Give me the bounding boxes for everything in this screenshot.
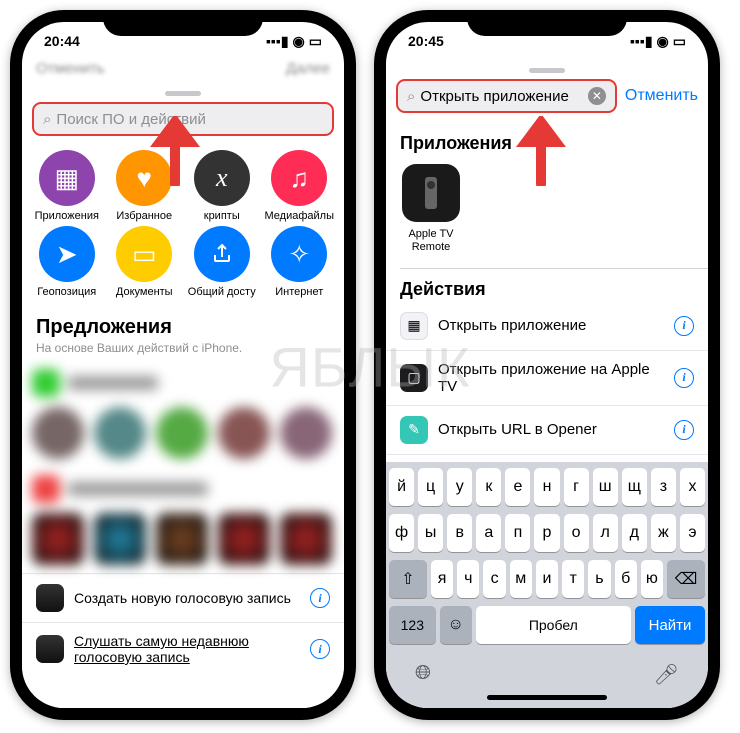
category-media[interactable]: ♫Медиафайлы xyxy=(261,150,339,222)
key-а[interactable]: а xyxy=(476,514,501,552)
info-icon[interactable]: i xyxy=(310,639,330,659)
status-icons: ▪▪▪▮ ◉ ▭ xyxy=(630,33,686,50)
key-с[interactable]: с xyxy=(483,560,505,598)
globe-icon[interactable]: 🌐︎ xyxy=(415,662,431,687)
sheet-header: ОтменитьДалее xyxy=(22,60,344,83)
info-icon[interactable]: i xyxy=(674,316,694,336)
info-icon[interactable]: i xyxy=(674,420,694,440)
action-open-url-opener[interactable]: ✎ Открыть URL в Opener i xyxy=(386,406,708,455)
drag-handle[interactable] xyxy=(529,68,565,73)
apple-tv-remote-icon xyxy=(402,164,460,222)
backspace-key[interactable]: ⌫ xyxy=(667,560,705,598)
category-sharing[interactable]: Общий досту xyxy=(183,226,261,298)
key-в[interactable]: в xyxy=(447,514,472,552)
search-icon: ⌕ xyxy=(43,111,51,128)
annotation-arrow xyxy=(506,116,576,186)
annotation-arrow xyxy=(140,116,210,186)
key-п[interactable]: п xyxy=(505,514,530,552)
key-к[interactable]: к xyxy=(476,468,501,506)
signal-icon: ▪▪▪▮ xyxy=(630,33,653,50)
key-е[interactable]: е xyxy=(505,468,530,506)
category-apps[interactable]: ▦Приложения xyxy=(28,150,106,222)
mic-icon[interactable]: 🎤︎ xyxy=(654,662,679,687)
voice-memo-icon xyxy=(36,584,64,612)
suggestion-item[interactable]: Создать новую голосовую запись i xyxy=(22,573,344,622)
key-ц[interactable]: ц xyxy=(418,468,443,506)
info-icon[interactable]: i xyxy=(674,368,694,388)
key-и[interactable]: и xyxy=(536,560,558,598)
key-т[interactable]: т xyxy=(562,560,584,598)
keyboard[interactable]: йцукенгшщзх фывапролджэ ⇧ ячсмитьбю ⌫ 12… xyxy=(386,462,708,708)
key-л[interactable]: л xyxy=(593,514,618,552)
category-location[interactable]: ➤Геопозиция xyxy=(28,226,106,298)
key-н[interactable]: н xyxy=(534,468,559,506)
suggestion-item[interactable]: Слушать самую недавнюю голосовую запись … xyxy=(22,622,344,675)
phone-left: 20:44 ▪▪▪▮ ◉ ▭ ОтменитьДалее ⌕ Поиск ПО … xyxy=(10,10,356,720)
key-р[interactable]: р xyxy=(534,514,559,552)
key-ч[interactable]: ч xyxy=(457,560,479,598)
key-х[interactable]: х xyxy=(680,468,705,506)
search-icon: ⌕ xyxy=(407,88,415,105)
suggestions-subtitle: На основе Ваших действий с iPhone. xyxy=(22,341,344,365)
space-key[interactable]: Пробел xyxy=(476,606,631,644)
key-б[interactable]: б xyxy=(615,560,637,598)
category-web[interactable]: ✧Интернет xyxy=(261,226,339,298)
actions-section-title: Действия xyxy=(386,269,708,302)
battery-icon: ▭ xyxy=(309,33,322,50)
key-о[interactable]: о xyxy=(564,514,589,552)
status-icons: ▪▪▪▮ ◉ ▭ xyxy=(266,33,322,50)
key-я[interactable]: я xyxy=(431,560,453,598)
clock: 20:44 xyxy=(44,33,80,49)
key-у[interactable]: у xyxy=(447,468,472,506)
find-key[interactable]: Найти xyxy=(635,606,705,644)
wifi-icon: ◉ xyxy=(293,33,305,50)
notch xyxy=(467,10,627,36)
category-documents[interactable]: ▭Документы xyxy=(106,226,184,298)
shift-key[interactable]: ⇧ xyxy=(389,560,427,598)
key-м[interactable]: м xyxy=(510,560,532,598)
key-ю[interactable]: ю xyxy=(641,560,663,598)
key-ы[interactable]: ы xyxy=(418,514,443,552)
wifi-icon: ◉ xyxy=(657,33,669,50)
home-indicator[interactable] xyxy=(487,695,607,700)
key-ь[interactable]: ь xyxy=(588,560,610,598)
key-г[interactable]: г xyxy=(564,468,589,506)
notch xyxy=(103,10,263,36)
info-icon[interactable]: i xyxy=(310,588,330,608)
voice-memo-icon xyxy=(36,635,64,663)
key-з[interactable]: з xyxy=(651,468,676,506)
grid-icon: ▦ xyxy=(400,312,428,340)
opener-icon: ✎ xyxy=(400,416,428,444)
action-open-app[interactable]: ▦ Открыть приложение i xyxy=(386,302,708,351)
cancel-button[interactable]: Отменить xyxy=(625,87,698,105)
key-ф[interactable]: ф xyxy=(389,514,414,552)
search-value: Открыть приложение xyxy=(420,88,587,105)
emoji-key[interactable]: ☺ xyxy=(440,606,472,644)
action-open-app-appletv[interactable]: ▢ Открыть приложение на Apple TV i xyxy=(386,351,708,406)
numbers-key[interactable]: 123 xyxy=(389,606,436,644)
phone-right: 20:45 ▪▪▪▮ ◉ ▭ ⌕ Открыть приложение ✕ От… xyxy=(374,10,720,720)
key-д[interactable]: д xyxy=(622,514,647,552)
key-й[interactable]: й xyxy=(389,468,414,506)
blurred-suggestions xyxy=(22,365,344,573)
key-э[interactable]: э xyxy=(680,514,705,552)
clock: 20:45 xyxy=(408,33,444,49)
tv-icon: ▢ xyxy=(400,364,428,392)
key-щ[interactable]: щ xyxy=(622,468,647,506)
drag-handle[interactable] xyxy=(165,91,201,96)
clear-icon[interactable]: ✕ xyxy=(588,87,606,105)
search-input[interactable]: ⌕ Открыть приложение ✕ xyxy=(396,79,617,113)
app-result[interactable]: Apple TV Remote xyxy=(386,156,476,268)
battery-icon: ▭ xyxy=(673,33,686,50)
key-ж[interactable]: ж xyxy=(651,514,676,552)
suggestions-title: Предложения xyxy=(22,306,344,341)
signal-icon: ▪▪▪▮ xyxy=(266,33,289,50)
key-ш[interactable]: ш xyxy=(593,468,618,506)
